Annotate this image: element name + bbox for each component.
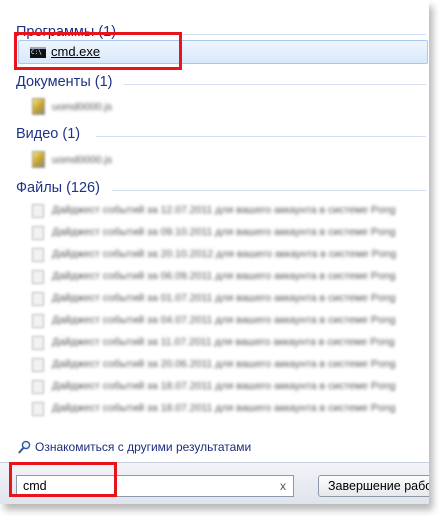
- file-item-label: Дайджест событий за 01.07.2011 для вашег…: [52, 292, 396, 304]
- group-header-documents[interactable]: Документы (1): [16, 74, 426, 90]
- see-more-results-label: Ознакомиться с другими результатами: [35, 440, 252, 454]
- group-header-files-label: Файлы (126): [16, 180, 100, 196]
- text-file-icon: [32, 292, 44, 306]
- group-divider: [112, 190, 426, 191]
- search-box[interactable]: x: [16, 475, 294, 497]
- video-item-label: uomd0000.js: [52, 154, 113, 166]
- group-header-documents-label: Документы (1): [16, 74, 113, 90]
- script-file-icon: [32, 98, 45, 115]
- file-item-label: Дайджест событий за 12.07.2011 для вашег…: [52, 204, 396, 216]
- group-header-programs[interactable]: Программы (1): [16, 24, 426, 40]
- group-header-programs-label: Программы (1): [16, 24, 117, 40]
- group-header-video-label: Видео (1): [16, 126, 81, 142]
- search-input[interactable]: [23, 477, 263, 495]
- group-divider: [124, 84, 426, 85]
- group-divider: [96, 136, 426, 137]
- file-item-label: Дайджест событий за 18.07.2011 для вашег…: [52, 402, 396, 414]
- document-item-label: uomd0000.js: [52, 101, 113, 113]
- text-file-icon: [32, 380, 44, 394]
- file-item-label: Дайджест событий за 11.07.2011 для вашег…: [52, 336, 395, 348]
- search-results-pane: Программы (1) C:\ cmd.exe Документы (1) …: [0, 0, 429, 462]
- text-file-icon: [32, 248, 44, 262]
- group-header-video[interactable]: Видео (1): [16, 126, 426, 142]
- text-file-icon: [32, 336, 44, 350]
- start-menu-search-window: Программы (1) C:\ cmd.exe Документы (1) …: [0, 0, 429, 504]
- file-item-label: Дайджест событий за 20.10.2012 для вашег…: [52, 248, 397, 260]
- clear-search-icon[interactable]: x: [280, 478, 286, 494]
- shutdown-button-label: Завершение работы: [328, 479, 429, 493]
- file-item-label: Дайджест событий за 06.09.2011 для вашег…: [52, 270, 396, 282]
- text-file-icon: [32, 314, 44, 328]
- program-item-cmd-label: cmd.exe: [51, 44, 101, 59]
- text-file-icon: [32, 358, 44, 372]
- file-item-label: Дайджест событий за 20.06.2011 для вашег…: [52, 358, 396, 370]
- program-item-cmd[interactable]: C:\ cmd.exe: [18, 40, 428, 64]
- cmd-console-icon: C:\: [30, 47, 46, 58]
- text-file-icon: [32, 270, 44, 284]
- file-item-label: Дайджест событий за 04.07.2011 для вашег…: [52, 314, 396, 326]
- shutdown-button[interactable]: Завершение работы: [318, 475, 429, 497]
- file-item-label: Дайджест событий за 18.07.2011 для вашег…: [52, 380, 396, 392]
- text-file-icon: [32, 226, 44, 240]
- group-header-files[interactable]: Файлы (126): [16, 180, 426, 196]
- text-file-icon: [32, 402, 44, 416]
- file-item-label: Дайджест событий за 09.10.2011 для вашег…: [52, 226, 396, 238]
- script-file-icon: [32, 151, 45, 168]
- group-divider: [134, 34, 426, 35]
- text-file-icon: [32, 204, 44, 218]
- search-bar-area: x Завершение работы: [0, 462, 429, 504]
- magnifier-icon: [18, 440, 31, 454]
